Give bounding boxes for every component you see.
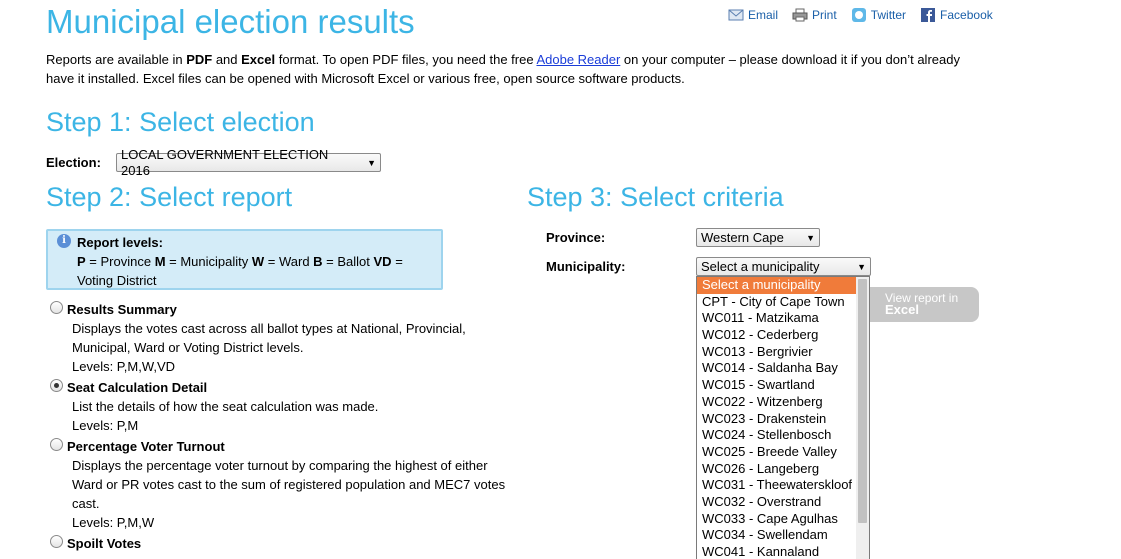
radio-button[interactable]	[50, 301, 63, 314]
twitter-link[interactable]: Twitter	[851, 8, 906, 22]
report-description: Displays the percentage voter turnout by…	[72, 456, 517, 532]
report-name: Spoilt Votes	[67, 536, 142, 551]
facebook-label: Facebook	[940, 8, 993, 22]
municipality-option[interactable]: WC031 - Theewaterskloof	[697, 477, 869, 494]
print-link[interactable]: Print	[792, 8, 837, 22]
chevron-down-icon: ▼	[806, 232, 815, 243]
municipality-option[interactable]: WC011 - Matzikama	[697, 310, 869, 327]
municipality-option[interactable]: WC023 - Drakenstein	[697, 411, 869, 428]
report-levels-info: i Report levels: P = Province M = Munici…	[46, 229, 443, 290]
intro-part: and	[212, 52, 242, 67]
legend-text: = Municipality	[165, 254, 252, 269]
municipality-option[interactable]: CPT - City of Cape Town	[697, 294, 869, 311]
report-name: Seat Calculation Detail	[67, 380, 208, 395]
email-link[interactable]: Email	[728, 8, 778, 22]
municipality-label: Municipality:	[546, 259, 626, 274]
step1-heading: Step 1: Select election	[46, 107, 315, 137]
legend-key: W	[251, 254, 265, 269]
election-select[interactable]: LOCAL GOVERNMENT ELECTION 2016 ▼	[116, 147, 381, 178]
municipality-option[interactable]: WC022 - Witzenberg	[697, 394, 869, 411]
intro-part: Reports are available in	[46, 52, 187, 67]
report-levels: Levels: P,M,W	[72, 515, 155, 530]
report-desc-text: List the details of how the seat calcula…	[72, 399, 379, 414]
report-levels: Levels: P,M	[72, 418, 139, 433]
share-bar: Email Print Twitter Facebook	[728, 8, 993, 22]
legend-key: B	[313, 254, 323, 269]
report-description: Displays the votes cast across all ballo…	[72, 319, 517, 376]
intro-pdf: PDF	[186, 52, 213, 67]
municipality-select[interactable]: Select a municipality ▼	[696, 257, 871, 276]
report-levels-title: Report levels:	[77, 235, 163, 250]
legend-key: P	[77, 254, 86, 269]
step3-heading: Step 3: Select criteria	[527, 182, 784, 212]
legend-text: = Province	[85, 254, 155, 269]
button-line: Excel	[885, 302, 919, 317]
municipality-option[interactable]: WC032 - Overstrand	[697, 494, 869, 511]
election-label: Election:	[46, 155, 101, 170]
intro-part: format. To open PDF files, you need the …	[275, 52, 537, 67]
radio-button[interactable]	[50, 379, 63, 392]
report-option-results-summary[interactable]: Results Summary Displays the votes cast …	[50, 300, 520, 376]
intro-excel: Excel	[241, 52, 276, 67]
province-select[interactable]: Western Cape ▼	[696, 228, 820, 247]
view-excel-button[interactable]: View report in Excel	[862, 287, 979, 322]
radio-button[interactable]	[50, 438, 63, 451]
facebook-icon	[921, 8, 936, 22]
report-desc-text: Displays the votes cast across all ballo…	[72, 321, 466, 355]
report-option-seat-calculation[interactable]: Seat Calculation Detail List the details…	[50, 378, 520, 435]
municipality-option[interactable]: WC025 - Breede Valley	[697, 444, 869, 461]
municipality-selected: Select a municipality	[701, 258, 820, 274]
chevron-down-icon: ▼	[367, 157, 376, 168]
info-icon: i	[57, 234, 71, 248]
email-icon	[728, 9, 744, 21]
report-levels-legend: P = Province M = Municipality W = Ward B…	[77, 252, 441, 290]
municipality-option[interactable]: WC041 - Kannaland	[697, 544, 869, 559]
report-levels: Levels: P,M,W,VD	[72, 359, 176, 374]
radio-button[interactable]	[50, 535, 63, 548]
province-label: Province:	[546, 230, 606, 245]
municipality-option[interactable]: WC026 - Langeberg	[697, 461, 869, 478]
municipality-option[interactable]: WC014 - Saldanha Bay	[697, 360, 869, 377]
legend-text: = Ballot	[322, 254, 374, 269]
report-description: List the details of how the seat calcula…	[72, 397, 517, 435]
legend-text: = Ward	[264, 254, 314, 269]
print-icon	[792, 8, 808, 22]
adobe-reader-link[interactable]: Adobe Reader	[536, 52, 620, 67]
twitter-icon	[851, 8, 866, 22]
intro-text: Reports are available in PDF and Excel f…	[46, 50, 976, 88]
municipality-dropdown-list[interactable]: Select a municipality CPT - City of Cape …	[696, 276, 870, 559]
report-option-spoilt-votes[interactable]: Spoilt Votes	[50, 534, 520, 559]
province-selected: Western Cape	[701, 229, 784, 245]
legend-key: M	[154, 254, 166, 269]
page-title: Municipal election results	[46, 3, 415, 40]
legend-key: VD	[373, 254, 392, 269]
dropdown-scrollbar[interactable]	[856, 277, 869, 559]
twitter-label: Twitter	[870, 8, 907, 22]
email-label: Email	[748, 8, 779, 22]
scrollbar-thumb[interactable]	[858, 279, 867, 523]
print-label: Print	[812, 8, 837, 22]
municipality-option[interactable]: WC024 - Stellenbosch	[697, 427, 869, 444]
municipality-option[interactable]: Select a municipality	[697, 277, 869, 294]
municipality-option[interactable]: WC033 - Cape Agulhas	[697, 511, 869, 528]
report-option-voter-turnout[interactable]: Percentage Voter Turnout Displays the pe…	[50, 437, 520, 532]
municipality-option[interactable]: WC012 - Cederberg	[697, 327, 869, 344]
municipality-option[interactable]: WC015 - Swartland	[697, 377, 869, 394]
report-name: Results Summary	[67, 302, 177, 317]
report-desc-text: Displays the percentage voter turnout by…	[72, 458, 506, 511]
chevron-down-icon: ▼	[857, 261, 866, 272]
step2-heading: Step 2: Select report	[46, 182, 293, 212]
report-name: Percentage Voter Turnout	[67, 439, 225, 454]
municipality-option[interactable]: WC013 - Bergrivier	[697, 344, 869, 361]
election-selected: LOCAL GOVERNMENT ELECTION 2016	[121, 146, 329, 178]
municipality-option[interactable]: WC034 - Swellendam	[697, 527, 869, 544]
facebook-link[interactable]: Facebook	[920, 8, 993, 22]
